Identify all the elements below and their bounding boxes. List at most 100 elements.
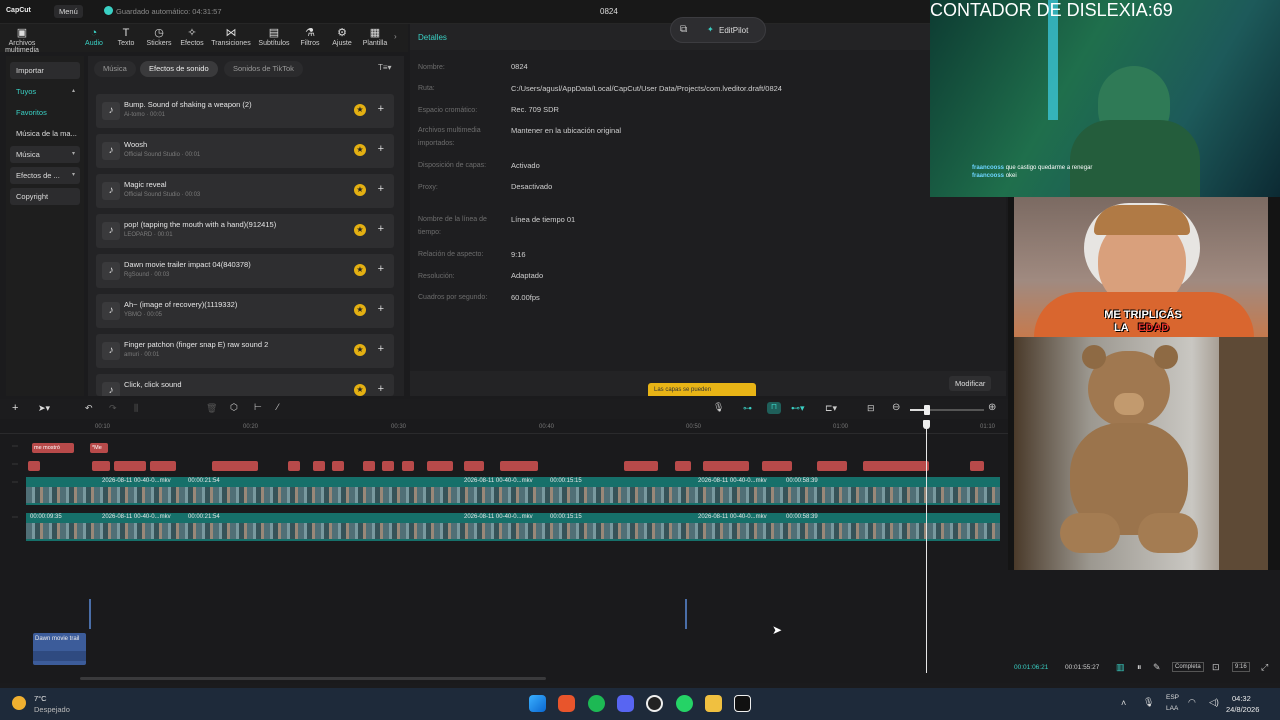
zoom-in-icon[interactable]: ⊕ [988,402,996,413]
redo-icon[interactable]: ↷ [109,403,117,414]
split-icon[interactable]: ⫼ [134,403,138,414]
audio-clip[interactable]: Dawn movie trail [33,633,86,665]
ratio-button[interactable]: 9:16 [1232,662,1250,672]
add-icon[interactable]: + [378,183,384,195]
list-item[interactable]: ♪ Dawn movie trailer impact 04(840378) RgS… [96,254,394,288]
modify-button[interactable]: Modificar [949,376,992,391]
audio-marker[interactable] [685,599,687,629]
files-icon[interactable] [705,695,722,712]
text-clip[interactable]: me mostró [32,443,74,453]
track-dots-icon[interactable]: ⋯ [12,443,18,450]
fit-screen-icon[interactable]: ⊡ [1212,662,1220,673]
list-item[interactable]: ♪ Ah~ (image of recovery)(1119332) YBMO · … [96,294,394,328]
text-clip[interactable] [288,461,300,471]
fit-icon[interactable]: ⊟ [867,403,875,414]
star-icon[interactable]: ★ [354,184,366,196]
snap-icon[interactable]: ⊷▾ [791,403,805,414]
star-icon[interactable]: ★ [354,304,366,316]
tab-tiktok[interactable]: Sonidos de TikTok [224,61,303,77]
fullscreen-icon[interactable]: ⤢ [1261,662,1268,673]
clock-date[interactable]: 24/8/2026 [1226,705,1259,714]
text-clip[interactable] [427,461,453,471]
capcut-taskbar-icon[interactable] [734,695,751,712]
add-icon[interactable]: + [378,263,384,275]
text-clip[interactable] [970,461,984,471]
timeline-scrollbar[interactable] [80,677,546,680]
text-clip[interactable] [92,461,110,471]
add-icon[interactable]: + [378,383,384,395]
chevron-right-icon[interactable]: › [394,32,397,41]
undo-icon[interactable]: ↶ [85,403,93,414]
playhead[interactable] [926,423,927,673]
text-clip[interactable] [762,461,792,471]
full-quality-button[interactable]: Completa [1172,662,1204,672]
discord-icon[interactable] [617,695,634,712]
text-clip[interactable] [863,461,929,471]
star-icon[interactable]: ★ [354,344,366,356]
text-clip[interactable] [313,461,325,471]
playhead-handle[interactable] [923,420,930,429]
nav-favoritos[interactable]: Favoritos [10,104,80,121]
editpilot-button[interactable]: ⧉ ✦ EditPilot [670,17,766,43]
add-icon[interactable]: + [378,103,384,115]
nav-tuyos[interactable]: Tuyos ▴ [10,83,80,100]
audio-marker[interactable] [89,599,91,629]
tab-musica[interactable]: Música [94,61,136,77]
star-icon[interactable]: ★ [354,104,366,116]
list-item[interactable]: ♪ Click, click sound ★ + [96,374,394,396]
shield-icon[interactable]: ⬡ [230,402,238,413]
select-tool-icon[interactable]: ➤▾ [38,403,50,414]
zoom-out-icon[interactable]: ⊖ [892,402,900,413]
toolbar-media[interactable]: ▣ Archivos multimedia [2,27,42,54]
toolbar-transitions[interactable]: ⋈ Transiciones [211,27,251,47]
magnet-icon[interactable]: ⊓ [767,402,781,414]
add-icon[interactable]: + [378,303,384,315]
star-icon[interactable]: ★ [354,144,366,156]
preview-axis-icon[interactable]: ⊏▾ [825,403,837,414]
windows-start-icon[interactable] [529,695,546,712]
list-item[interactable]: ♪ Woosh Official Sound Studio · 00:01 ★ + [96,134,394,168]
track-dots-icon[interactable]: ⋯ [12,479,18,486]
grid-icon[interactable]: ▥ [1116,662,1125,673]
video-track[interactable]: 00:00:09:35 2026-08-11 00-40-0...mkv 00:… [26,513,1000,541]
video-track[interactable]: 2026-08-11 00-40-0...mkv 00:00:21:54 202… [26,477,1000,505]
text-clip[interactable] [675,461,691,471]
spotify-icon[interactable] [588,695,605,712]
nav-copyright[interactable]: Copyright [10,188,80,205]
text-clip[interactable] [402,461,414,471]
track-dots-icon[interactable]: ⋯ [12,461,18,468]
text-clip[interactable] [114,461,146,471]
nav-musica-marca[interactable]: Música de la ma... [10,125,80,142]
text-clip[interactable] [464,461,484,471]
text-clip[interactable] [817,461,847,471]
text-clip[interactable] [332,461,344,471]
sort-icon[interactable]: T≡▾ [378,63,392,72]
clock-time[interactable]: 04:32 [1232,694,1251,703]
text-clip[interactable] [150,461,176,471]
mic-icon[interactable]: 🎙 [713,402,724,413]
list-item[interactable]: ♪ Magic reveal Official Sound Studio · 00:… [96,174,394,208]
text-clip[interactable] [500,461,538,471]
timeline[interactable]: 00:10 00:20 00:30 00:40 00:50 01:00 01:1… [0,419,1008,683]
nav-efectos[interactable]: Efectos de ... ▾ [10,167,80,184]
text-clip[interactable] [212,461,258,471]
menu-button[interactable]: Menú [54,5,83,18]
text-clip[interactable] [624,461,658,471]
add-icon[interactable]: + [378,143,384,155]
star-icon[interactable]: ★ [354,264,366,276]
volume-icon[interactable]: ◁) [1209,697,1219,708]
list-item[interactable]: ♪ pop! (tapping the mouth with a hand)(91… [96,214,394,248]
delete-icon[interactable]: 🗑 [206,403,217,414]
text-clip[interactable] [703,461,749,471]
zoom-slider[interactable] [910,405,984,415]
obs-icon[interactable] [646,695,663,712]
text-clip[interactable] [382,461,394,471]
chevron-up-icon[interactable]: ˄ [1121,698,1126,708]
nav-musica[interactable]: Música ▾ [10,146,80,163]
edit-icon[interactable]: ✎ [1153,662,1161,673]
tab-efectos-sonido[interactable]: Efectos de sonido [140,61,218,77]
add-track-icon[interactable]: + [12,402,18,414]
mic-tray-icon[interactable]: 🎙 [1143,697,1154,708]
add-icon[interactable]: + [378,223,384,235]
keyboard-layout[interactable]: LAA [1166,705,1178,712]
